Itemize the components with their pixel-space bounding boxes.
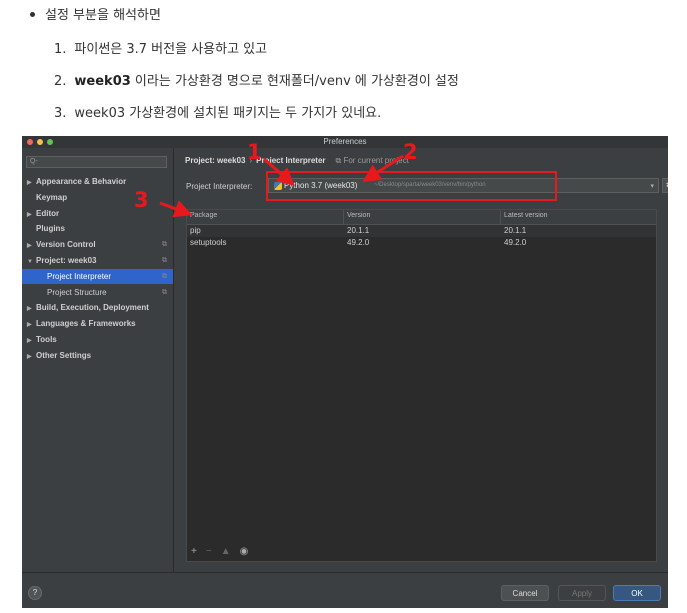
settings-sidebar: Q- ▶ Appearance & Behavior Keymap ▶ Editor Pl… bbox=[22, 148, 174, 572]
expanded-arrow-icon: ▼ bbox=[27, 259, 33, 265]
table-header: Package Version Latest version bbox=[187, 210, 656, 225]
collapsed-arrow-icon: ▶ bbox=[27, 243, 32, 250]
bullet-item: 설정 부분을 해석하면 bbox=[30, 4, 161, 23]
for-current-project-note: ⧉ For current project bbox=[335, 156, 409, 165]
list-number: 1. bbox=[54, 42, 67, 57]
breadcrumb-page: Project Interpreter bbox=[256, 156, 326, 165]
list-item-3: 3. week03 가상환경에 설치된 패키지는 두 가지가 있네요. bbox=[54, 102, 381, 121]
breadcrumb: Project: week03 › Project Interpreter ⧉ For… bbox=[185, 156, 409, 166]
sidebar-item-label: Editor bbox=[36, 208, 60, 218]
sidebar-item-label: Version Control bbox=[36, 240, 96, 250]
list-number: 2. bbox=[54, 74, 67, 89]
sidebar-item-label: Appearance & Behavior bbox=[36, 177, 127, 186]
list-number: 3. bbox=[54, 106, 67, 121]
settings-content: Project: week03 › Project Interpreter ⧉ For… bbox=[174, 148, 668, 572]
upgrade-package-button[interactable]: ▲ bbox=[221, 546, 231, 557]
list-bold-text: week03 bbox=[74, 74, 131, 89]
sidebar-item-editor[interactable]: ▶ Editor bbox=[22, 206, 173, 221]
settings-search-input[interactable]: Q- bbox=[26, 156, 167, 168]
annotation-number-2: 2 bbox=[403, 140, 418, 164]
project-level-icon: ⧉ bbox=[162, 272, 167, 280]
chevron-down-icon: ▾ bbox=[650, 183, 654, 190]
sidebar-item-label: Project: week03 bbox=[36, 256, 97, 265]
sidebar-item-project-interpreter[interactable]: Project Interpreter ⧉ bbox=[22, 268, 173, 284]
sidebar-item-project-structure[interactable]: Project Structure ⧉ bbox=[22, 285, 173, 300]
search-icon: Q- bbox=[30, 158, 38, 165]
sidebar-item-version-control[interactable]: ▶ Version Control ⧉ bbox=[22, 237, 173, 252]
table-toolbar: + − ▲ ◉ bbox=[191, 546, 257, 557]
interpreter-label: Project Interpreter: bbox=[186, 182, 253, 191]
column-header-version[interactable]: Version bbox=[347, 212, 370, 219]
sidebar-item-label: Tools bbox=[36, 335, 57, 344]
window-title: Preferences bbox=[323, 137, 367, 146]
annotation-highlight-box bbox=[266, 171, 557, 201]
column-header-package[interactable]: Package bbox=[190, 212, 217, 219]
bullet-text: 설정 부분을 해석하면 bbox=[45, 8, 161, 23]
annotation-number-1: 1 bbox=[247, 140, 262, 164]
project-level-icon: ⧉ bbox=[162, 241, 167, 249]
preferences-window: Preferences Q- ▶ Appearance & Behavior Key… bbox=[22, 136, 668, 608]
sidebar-item-label: Languages & Frameworks bbox=[36, 319, 136, 329]
dialog-footer: ? Cancel Apply OK bbox=[22, 572, 668, 608]
sidebar-item-label: Keymap bbox=[36, 192, 68, 202]
project-level-icon: ⧉ bbox=[162, 288, 167, 296]
gear-icon: ✱ bbox=[666, 180, 668, 190]
list-text: 파이썬은 3.7 버전을 사용하고 있고 bbox=[74, 42, 268, 57]
apply-button[interactable]: Apply bbox=[558, 585, 606, 601]
list-text: week03 가상환경에 설치된 패키지는 두 가지가 있네요. bbox=[74, 106, 382, 121]
column-divider bbox=[500, 210, 501, 224]
package-version: 20.1.1 bbox=[347, 226, 370, 235]
list-item-2: 2. week03 이라는 가상환경 명으로 현재폴더/venv 에 가상환경이 … bbox=[54, 70, 459, 89]
list-item-1: 1. 파이썬은 3.7 버전을 사용하고 있고 bbox=[54, 38, 267, 57]
package-name: setuptools bbox=[190, 238, 227, 247]
table-row[interactable]: pip 20.1.1 20.1.1 bbox=[187, 225, 656, 237]
package-latest-version: 49.2.0 bbox=[504, 238, 527, 247]
sidebar-item-languages-frameworks[interactable]: ▶ Languages & Frameworks bbox=[22, 316, 173, 331]
package-version: 49.2.0 bbox=[347, 238, 370, 247]
package-latest-version: 20.1.1 bbox=[504, 226, 527, 235]
annotation-number-3: 3 bbox=[134, 188, 149, 212]
sidebar-item-label: Project Interpreter bbox=[47, 271, 112, 281]
sidebar-item-other-settings[interactable]: ▶ Other Settings bbox=[22, 348, 173, 363]
collapsed-arrow-icon: ▶ bbox=[27, 180, 32, 186]
ok-button[interactable]: OK bbox=[613, 585, 661, 601]
remove-package-button[interactable]: − bbox=[206, 546, 212, 557]
sidebar-item-label: Plugins bbox=[36, 224, 65, 234]
collapsed-arrow-icon: ▶ bbox=[27, 306, 32, 313]
bullet-dot bbox=[30, 12, 35, 17]
help-button[interactable]: ? bbox=[28, 586, 42, 600]
sidebar-item-label: Other Settings bbox=[36, 350, 92, 360]
sidebar-item-project-week03[interactable]: ▼ Project: week03 ⧉ bbox=[22, 253, 173, 268]
cancel-button[interactable]: Cancel bbox=[501, 585, 549, 601]
sidebar-item-plugins[interactable]: Plugins bbox=[22, 221, 173, 236]
table-row[interactable]: setuptools 49.2.0 49.2.0 bbox=[187, 237, 656, 249]
project-level-icon: ⧉ bbox=[162, 257, 167, 264]
packages-table: Package Version Latest version pip 20.1.… bbox=[186, 209, 657, 562]
sidebar-item-build-execution-deployment[interactable]: ▶ Build, Execution, Deployment bbox=[22, 300, 173, 315]
sidebar-item-tools[interactable]: ▶ Tools bbox=[22, 332, 173, 347]
collapsed-arrow-icon: ▶ bbox=[27, 211, 32, 218]
add-package-button[interactable]: + bbox=[191, 546, 197, 557]
package-name: pip bbox=[190, 226, 201, 235]
collapsed-arrow-icon: ▶ bbox=[27, 322, 32, 329]
interpreter-settings-button[interactable]: ✱ bbox=[662, 178, 668, 193]
title-bar: Preferences bbox=[22, 136, 668, 148]
show-early-releases-eye-icon[interactable]: ◉ bbox=[240, 546, 249, 557]
collapsed-arrow-icon: ▶ bbox=[27, 338, 32, 344]
sidebar-item-appearance-behavior[interactable]: ▶ Appearance & Behavior bbox=[22, 174, 173, 189]
breadcrumb-project: Project: week03 bbox=[185, 156, 246, 165]
sidebar-item-label: Project Structure bbox=[47, 287, 107, 297]
list-text: 이라는 가상환경 명으로 현재폴더/venv 에 가상환경이 설정 bbox=[130, 74, 459, 89]
collapsed-arrow-icon: ▶ bbox=[27, 353, 32, 360]
sidebar-item-keymap[interactable]: Keymap bbox=[22, 190, 173, 205]
column-divider bbox=[343, 210, 344, 224]
column-header-latest-version[interactable]: Latest version bbox=[504, 212, 548, 219]
sidebar-item-label: Build, Execution, Deployment bbox=[36, 303, 149, 313]
